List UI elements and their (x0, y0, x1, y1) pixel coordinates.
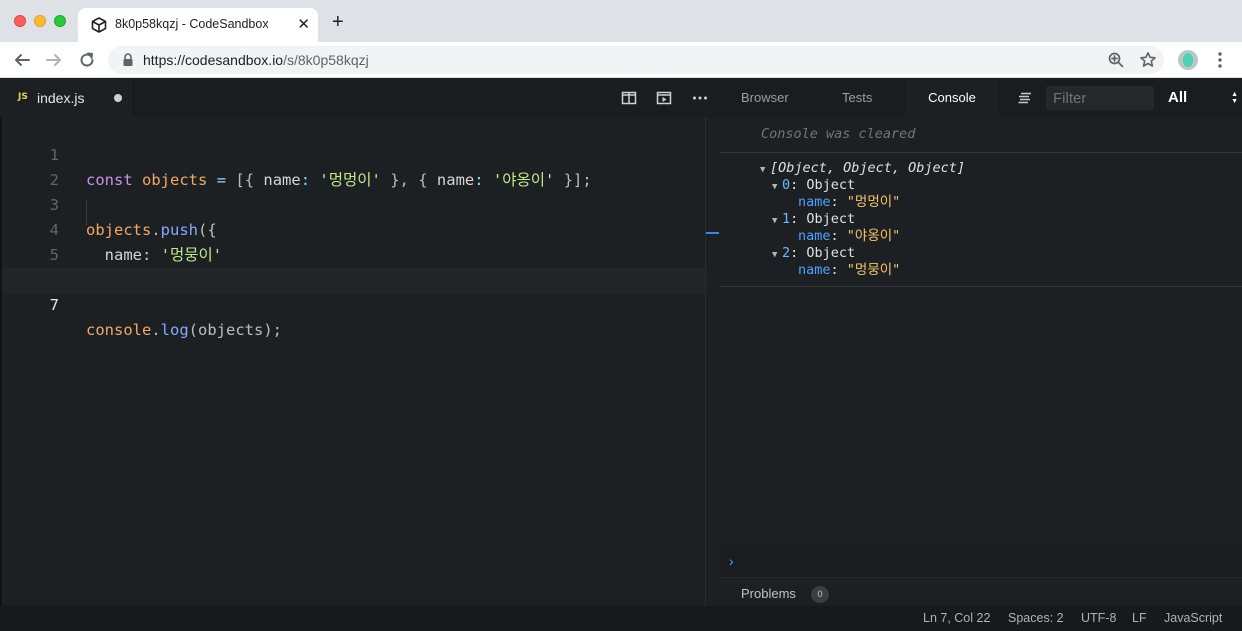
indent-guide (86, 200, 87, 225)
problems-bar[interactable]: Problems 0 (719, 577, 1242, 607)
tree-key: name (798, 194, 831, 210)
tree-leaf: name: "멍뭉이" (798, 262, 901, 278)
console-cleared-message: Console was cleared (719, 117, 1242, 153)
browser-tab[interactable]: 8k0p58kqzj - CodeSandbox ✕ (78, 8, 318, 42)
token-function: log (160, 321, 189, 339)
code-line[interactable]: 4 name: '멍뭉이' (2, 193, 705, 264)
kebab-menu-icon[interactable] (1212, 51, 1228, 69)
window-close-button[interactable] (14, 15, 26, 27)
preview-window-icon[interactable] (656, 90, 672, 106)
expand-triangle-icon[interactable]: ▼ (772, 247, 782, 264)
problems-count-badge: 0 (811, 586, 829, 603)
url-path: /s/8k0p58kqzj (283, 52, 369, 68)
file-tab-label: index.js (37, 90, 85, 106)
url-text: https://codesandbox.io/s/8k0p58kqzj (143, 52, 369, 68)
browser-toolbar: https://codesandbox.io/s/8k0p58kqzj (0, 42, 1242, 78)
tree-value: "멍뭉이" (846, 262, 901, 278)
browser-tab-title: 8k0p58kqzj - CodeSandbox (115, 17, 269, 31)
status-eol[interactable]: LF (1132, 611, 1147, 625)
profile-avatar[interactable] (1178, 50, 1198, 70)
tree-index: 2 (782, 245, 791, 261)
tree-value: "야옹이" (846, 228, 901, 244)
expand-triangle-icon[interactable]: ▼ (760, 162, 770, 179)
tree-type: Object (806, 211, 856, 227)
prompt-chevron-icon: › (729, 553, 734, 569)
tree-root[interactable]: ▼ [Object, Object, Object] (760, 160, 965, 177)
code-line-current[interactable]: 7 console.log(objects); (2, 268, 705, 339)
expand-triangle-icon[interactable]: ▼ (772, 213, 782, 230)
code-line[interactable]: 1 const objects = [{ name: '멍멍이' }, { na… (2, 118, 705, 189)
address-bar[interactable]: https://codesandbox.io/s/8k0p58kqzj (108, 46, 1164, 74)
tree-key: name (798, 262, 831, 278)
tree-value: "멍멍이" (846, 194, 901, 210)
zoom-in-icon[interactable] (1108, 52, 1124, 68)
console-log-entry: ▼ [Object, Object, Object] ▼ 0: Object nam… (719, 154, 1242, 287)
tree-node[interactable]: ▼ 2: Object (772, 245, 855, 262)
file-tab-index-js[interactable]: JS index.js (0, 79, 134, 117)
problems-label: Problems (741, 586, 796, 601)
tree-node[interactable]: ▼ 0: Object (772, 177, 855, 194)
tree-type: Object (806, 245, 856, 261)
back-arrow-icon[interactable] (13, 51, 31, 69)
lock-icon (123, 53, 133, 66)
clear-console-icon[interactable] (1018, 92, 1032, 104)
code-line[interactable]: 6 (2, 243, 705, 289)
log-level-value: All (1168, 89, 1188, 106)
pane-resize-indicator (706, 232, 719, 234)
log-summary: [Object, Object, Object] (770, 160, 966, 176)
token-punct: (objects); (188, 321, 282, 339)
status-bar: Ln 7, Col 22 Spaces: 2 UTF-8 LF JavaScri… (0, 606, 1242, 631)
tab-console[interactable]: Console (906, 79, 998, 117)
tree-index: 1 (782, 211, 791, 227)
console-input[interactable]: › (719, 545, 1242, 577)
codesandbox-cube-icon (91, 17, 107, 33)
console-output: Console was cleared ▼ [Object, Object, Ob… (719, 117, 1242, 545)
tree-node[interactable]: ▼ 1: Object (772, 211, 855, 228)
split-view-icon[interactable] (621, 90, 637, 106)
pane-resize-handle[interactable] (705, 117, 719, 606)
log-level-select[interactable]: All ▲ ▼ (1160, 86, 1242, 110)
code-editor[interactable]: 1 const objects = [{ name: '멍멍이' }, { na… (0, 117, 705, 606)
token-dot: . (151, 321, 161, 339)
select-arrows-icon: ▲ ▼ (1231, 91, 1238, 105)
new-tab-button[interactable]: + (332, 12, 344, 32)
tree-leaf: name: "야옹이" (798, 228, 901, 244)
reload-icon[interactable] (78, 51, 96, 69)
tree-key: name (798, 228, 831, 244)
tab-tests[interactable]: Tests (842, 79, 872, 117)
url-host: https://codesandbox.io (143, 52, 284, 68)
tab-close-icon[interactable]: ✕ (297, 15, 310, 33)
expand-triangle-icon[interactable]: ▼ (772, 179, 782, 196)
bookmark-star-icon[interactable] (1139, 51, 1157, 69)
more-options-icon[interactable] (692, 90, 708, 106)
code-line[interactable]: 5 }); (2, 218, 705, 289)
status-indentation[interactable]: Spaces: 2 (1008, 611, 1064, 625)
code-line[interactable]: 3 objects.push({ (2, 168, 705, 239)
unsaved-dot-icon[interactable] (114, 94, 122, 102)
tree-index: 0 (782, 177, 791, 193)
devtools-tab-bar: Browser Tests Console All ▲▼ (719, 79, 1242, 117)
console-filter-input[interactable] (1046, 86, 1154, 110)
tab-browser[interactable]: Browser (741, 79, 789, 117)
tree-type: Object (806, 177, 856, 193)
status-language[interactable]: JavaScript (1164, 611, 1222, 625)
tree-leaf: name: "멍멍이" (798, 194, 901, 210)
editor-tab-bar: JS index.js (0, 79, 719, 117)
forward-arrow-icon[interactable] (45, 51, 63, 69)
status-encoding[interactable]: UTF-8 (1081, 611, 1116, 625)
status-cursor-position[interactable]: Ln 7, Col 22 (923, 611, 990, 625)
js-file-icon: JS (18, 92, 28, 102)
browser-tab-bar: 8k0p58kqzj - CodeSandbox ✕ + (0, 0, 1242, 42)
window-zoom-button[interactable] (54, 15, 66, 27)
code-line[interactable]: 2 (2, 143, 705, 189)
line-number: 7 (49, 296, 59, 314)
token-variable: console (86, 321, 152, 339)
window-minimize-button[interactable] (34, 15, 46, 27)
